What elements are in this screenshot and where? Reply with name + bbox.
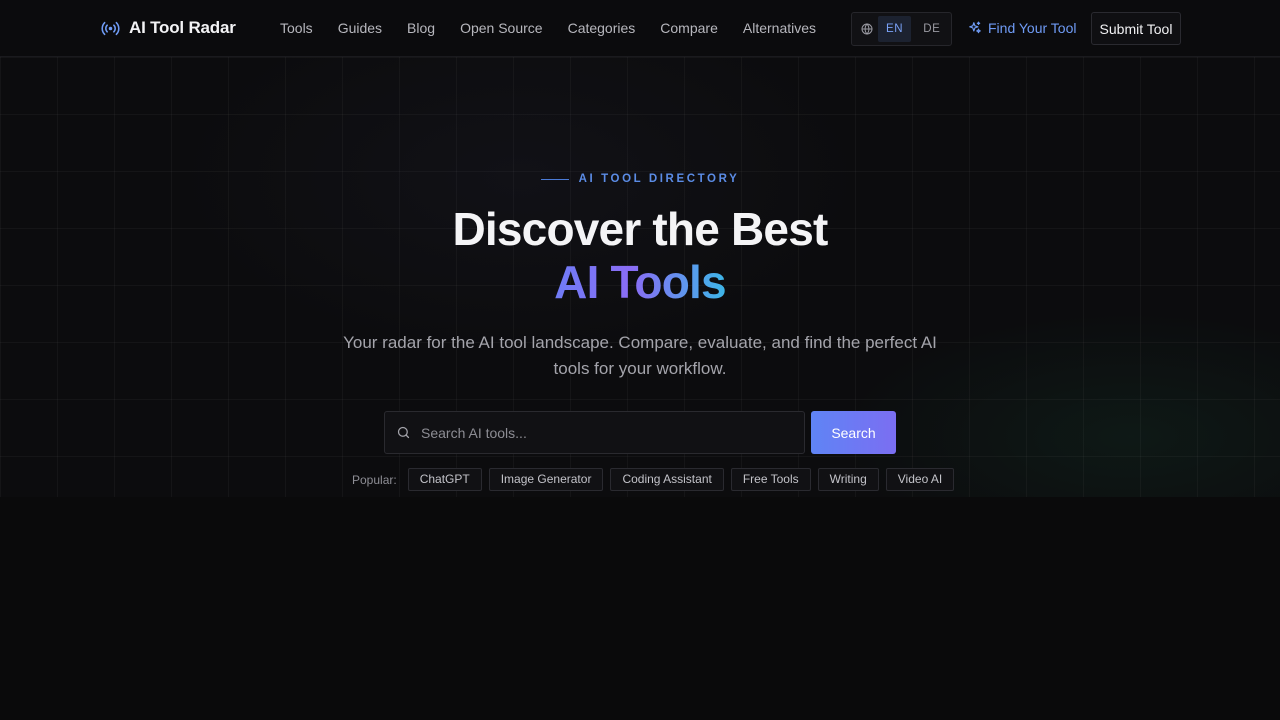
brand-name: AI Tool Radar [129, 18, 236, 37]
language-option-en[interactable]: EN [878, 16, 912, 42]
hero-title-line1: Discover the Best [452, 203, 829, 255]
hero-subtitle: Your radar for the AI tool landscape. Co… [343, 333, 937, 378]
nav-item-tools[interactable]: Tools [280, 19, 313, 37]
nav-item-blog[interactable]: Blog [407, 19, 435, 37]
find-your-tool-link[interactable]: Find Your Tool [968, 19, 1076, 37]
popular-tag-image-generator[interactable]: Image Generator [488, 468, 604, 491]
hero-title-highlight: AI Tools [554, 256, 726, 308]
popular-tag-writing[interactable]: Writing [817, 468, 879, 491]
nav-item-guides[interactable]: Guides [338, 19, 382, 37]
hero-title-line2: AI Tools [0, 255, 1280, 309]
hero-section: AI TOOL DIRECTORY Discover the Best AI T… [0, 57, 1280, 497]
language-switcher: EN DE [851, 12, 952, 46]
site-header: AI Tool Radar Tools Guides Blog Open Sou… [0, 0, 1280, 57]
popular-label: Popular: [352, 472, 397, 487]
nav-item-compare[interactable]: Compare [660, 19, 718, 37]
search-icon [396, 425, 411, 440]
popular-tag-chatgpt[interactable]: ChatGPT [407, 468, 482, 491]
submit-tool-button[interactable]: Submit Tool [1091, 12, 1181, 45]
find-your-tool-label: Find Your Tool [988, 20, 1077, 36]
search-button[interactable]: Search [811, 411, 896, 454]
popular-tag-coding-assistant[interactable]: Coding Assistant [610, 468, 724, 491]
radar-broadcast-icon [100, 18, 121, 39]
nav-item-alternatives[interactable]: Alternatives [743, 19, 816, 37]
language-option-de[interactable]: DE [915, 16, 948, 42]
hero-eyebrow: AI TOOL DIRECTORY [0, 173, 1280, 185]
search-input[interactable] [421, 424, 781, 441]
brand-logo[interactable]: AI Tool Radar [100, 17, 236, 39]
eyebrow-divider [540, 178, 569, 180]
popular-searches: Popular: ChatGPT Image Generator Coding … [352, 468, 961, 491]
main-nav: Tools Guides Blog Open Source Categories… [280, 19, 841, 37]
page: AI Tool Radar Tools Guides Blog Open Sou… [0, 0, 1280, 720]
globe-icon [861, 23, 873, 35]
eyebrow-text: AI TOOL DIRECTORY [578, 173, 740, 185]
sparkles-icon [968, 21, 982, 35]
popular-tag-free-tools[interactable]: Free Tools [730, 468, 811, 491]
nav-item-open-source[interactable]: Open Source [460, 19, 543, 37]
nav-item-categories[interactable]: Categories [568, 19, 636, 37]
search-box [384, 411, 805, 454]
popular-tag-video-ai[interactable]: Video AI [885, 468, 955, 491]
